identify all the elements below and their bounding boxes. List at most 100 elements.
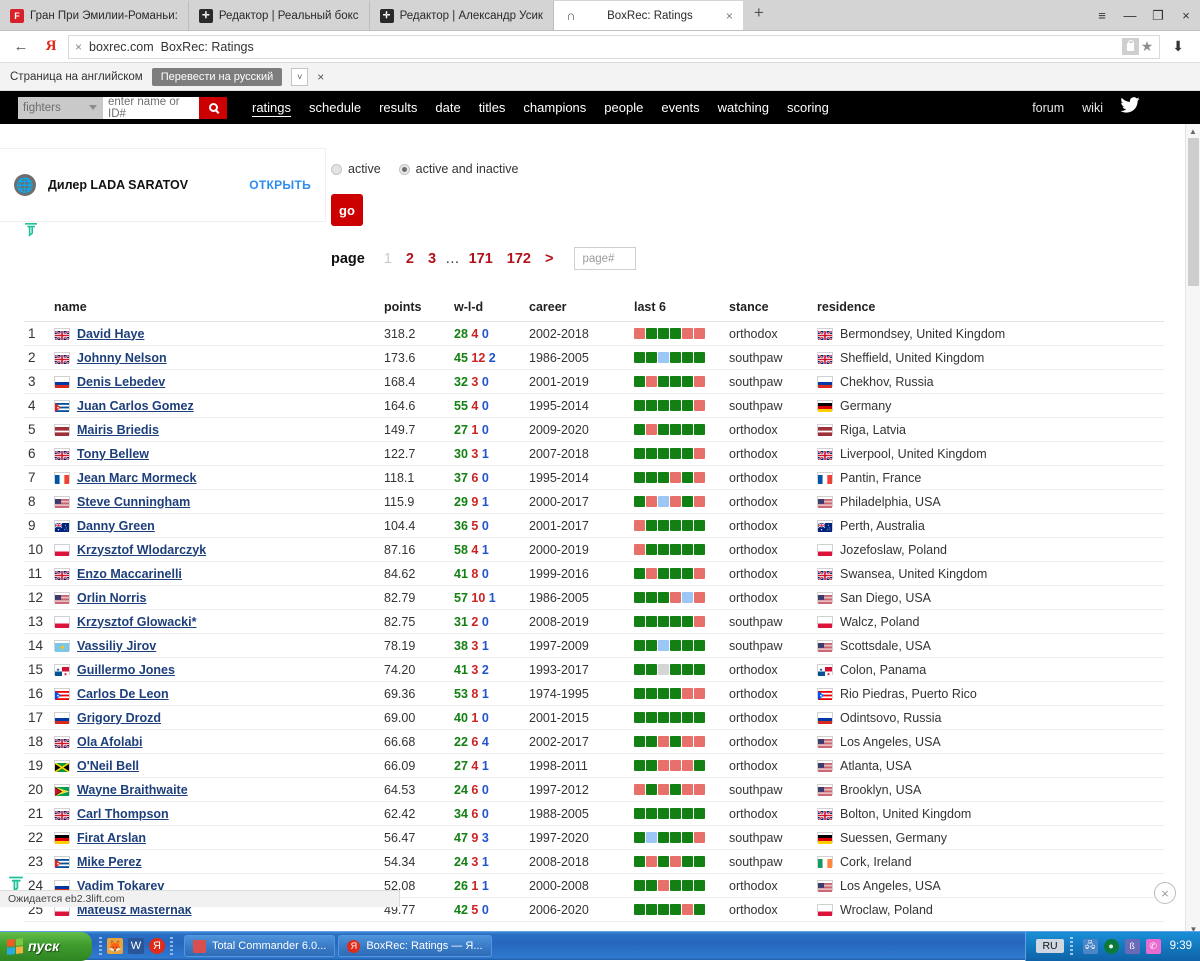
nav-link-ratings[interactable]: ratings <box>243 100 300 115</box>
fighter-link[interactable]: Carl Thompson <box>77 807 169 821</box>
restore-icon[interactable]: ❐ <box>1144 0 1172 31</box>
flag-icon-fr <box>54 472 70 484</box>
fighter-link[interactable]: Firat Arslan <box>77 831 146 845</box>
new-tab-button[interactable]: + <box>744 3 774 27</box>
fighter-link[interactable]: Tony Bellew <box>77 447 149 461</box>
translate-close-icon[interactable]: × <box>317 70 324 84</box>
browser-tab[interactable]: ✛ Редактор | Александр Усик <box>369 1 554 30</box>
search-category-select[interactable]: fighters <box>18 96 103 119</box>
fighter-link[interactable]: Steve Cunningham <box>77 495 190 509</box>
fighter-link[interactable]: O'Neil Bell <box>77 759 139 773</box>
fighter-link[interactable]: Danny Green <box>77 519 155 533</box>
last6-result-w <box>646 736 657 747</box>
browser-icon[interactable]: 🦊 <box>107 938 123 954</box>
browser-menu-icon[interactable]: ≡ <box>1088 0 1116 31</box>
fighter-link[interactable]: David Haye <box>77 327 144 341</box>
start-button[interactable]: пуск <box>0 931 92 961</box>
fighter-link[interactable]: Orlin Norris <box>77 591 146 605</box>
page-number-input[interactable]: page# <box>574 247 637 270</box>
nav-link-forum[interactable]: forum <box>1023 101 1073 115</box>
ratings-table-body: 1 David Haye 318.2 28 4 0 2002-2018 orthodox B… <box>24 321 1164 922</box>
nav-link-champions[interactable]: champions <box>514 100 595 115</box>
fighter-link[interactable]: Vassiliy Jirov <box>77 639 156 653</box>
tray-grip[interactable] <box>1069 936 1073 956</box>
network-icon[interactable]: 🖧 <box>1082 938 1098 954</box>
fighter-link[interactable]: Johnny Nelson <box>77 351 167 365</box>
fighter-link[interactable]: Mike Perez <box>77 855 142 869</box>
stop-loading-icon[interactable]: × <box>75 40 82 54</box>
cell-points: 173.6 <box>384 345 454 370</box>
tab-close-icon[interactable]: × <box>722 9 733 23</box>
fighter-link[interactable]: Ola Afolabi <box>77 735 143 749</box>
fighter-link[interactable]: Guillermo Jones <box>77 663 175 677</box>
fighter-link[interactable]: Wayne Braithwaite <box>77 783 188 797</box>
page-link-171[interactable]: 171 <box>462 251 500 267</box>
fighter-link[interactable]: Enzo Maccarinelli <box>77 567 182 581</box>
fighter-link[interactable]: Juan Carlos Gomez <box>77 399 194 413</box>
scroll-up-icon[interactable]: ▲ <box>1186 124 1200 138</box>
fighter-link[interactable]: Carlos De Leon <box>77 687 169 701</box>
radio-active-and-inactive-input[interactable] <box>398 163 410 175</box>
messenger-icon[interactable]: ✆ <box>1145 938 1161 954</box>
word-icon[interactable]: W <box>128 938 144 954</box>
page-link-3[interactable]: 3 <box>421 251 443 267</box>
antivirus-icon[interactable]: ● <box>1103 938 1119 954</box>
search-button[interactable] <box>199 96 227 119</box>
nav-link-date[interactable]: date <box>426 100 469 115</box>
taskbar-item-boxrec[interactable]: Я BoxRec: Ratings — Я... <box>338 935 492 957</box>
residence-text: Sheffield, United Kingdom <box>840 350 985 365</box>
fighter-link[interactable]: Krzysztof Wlodarczyk <box>77 543 206 557</box>
page-link-2[interactable]: 2 <box>399 251 421 267</box>
radio-active[interactable]: active <box>331 162 381 176</box>
minimize-icon[interactable]: — <box>1116 0 1144 31</box>
advert-cta-button[interactable]: ОТКРЫТЬ <box>249 178 311 192</box>
page-next-icon[interactable]: > <box>538 251 560 267</box>
quick-launch-grip[interactable] <box>99 936 102 956</box>
radio-active-and-inactive[interactable]: active and inactive <box>398 162 519 176</box>
quick-launch-grip-end[interactable] <box>170 936 173 956</box>
nav-link-events[interactable]: events <box>652 100 708 115</box>
url-input[interactable]: × boxrec.com BoxRec: Ratings ★ <box>68 34 1161 59</box>
browser-tab-active[interactable]: ∩ BoxRec: Ratings × <box>553 1 744 30</box>
flag-icon-au <box>54 520 70 532</box>
radio-active-input[interactable] <box>331 163 342 175</box>
nav-link-wiki[interactable]: wiki <box>1073 101 1112 115</box>
flag-icon-uk <box>54 568 70 581</box>
yandex-logo-icon[interactable]: Я <box>38 34 64 60</box>
cell-stance: southpaw <box>729 633 817 658</box>
fighter-link[interactable]: Mairis Briedis <box>77 423 159 437</box>
search-input[interactable]: enter name or ID# <box>103 96 199 120</box>
nav-link-watching[interactable]: watching <box>709 100 778 115</box>
translate-button[interactable]: Перевести на русский <box>151 67 283 86</box>
lock-icon[interactable] <box>1121 38 1139 55</box>
advert-block[interactable]: 🌐 Дилер LADA SARATOV ОТКРЫТЬ <box>0 149 325 221</box>
nav-link-schedule[interactable]: schedule <box>300 100 370 115</box>
browser-tab[interactable]: F Гран При Эмилии-Романьи: <box>0 1 189 30</box>
fighter-link[interactable]: Jean Marc Mormeck <box>77 471 197 485</box>
fighter-link[interactable]: Krzysztof Glowacki* <box>77 615 196 629</box>
page-link-172[interactable]: 172 <box>500 251 538 267</box>
fighter-link[interactable]: Denis Lebedev <box>77 375 165 389</box>
twitter-icon[interactable] <box>1120 97 1140 118</box>
advert-close-button[interactable]: × <box>1154 882 1176 904</box>
fighter-link[interactable]: Grigory Drozd <box>77 711 161 725</box>
nav-link-people[interactable]: people <box>595 100 652 115</box>
close-window-icon[interactable]: × <box>1172 0 1200 31</box>
last6-result-l <box>694 568 705 579</box>
vertical-scrollbar[interactable]: ▲ ▼ <box>1185 124 1200 936</box>
bluetooth-icon[interactable]: ß <box>1124 938 1140 954</box>
translate-options-icon[interactable]: ˅ <box>291 67 309 86</box>
downloads-icon[interactable]: ⬇ <box>1164 38 1192 55</box>
yandex-icon[interactable]: Я <box>149 938 165 954</box>
nav-link-titles[interactable]: titles <box>470 100 515 115</box>
nav-link-results[interactable]: results <box>370 100 426 115</box>
taskbar-item-total-commander[interactable]: Total Commander 6.0... <box>184 935 336 957</box>
bookmark-star-icon[interactable]: ★ <box>1141 38 1154 55</box>
language-indicator[interactable]: RU <box>1036 939 1064 953</box>
nav-link-scoring[interactable]: scoring <box>778 100 838 115</box>
browser-tab[interactable]: ✛ Редактор | Реальный бокс <box>188 1 370 30</box>
go-button[interactable]: go <box>331 194 363 226</box>
back-icon[interactable]: ← <box>8 34 34 60</box>
losses-value: 4 <box>471 326 479 341</box>
scrollbar-thumb[interactable] <box>1188 138 1199 286</box>
